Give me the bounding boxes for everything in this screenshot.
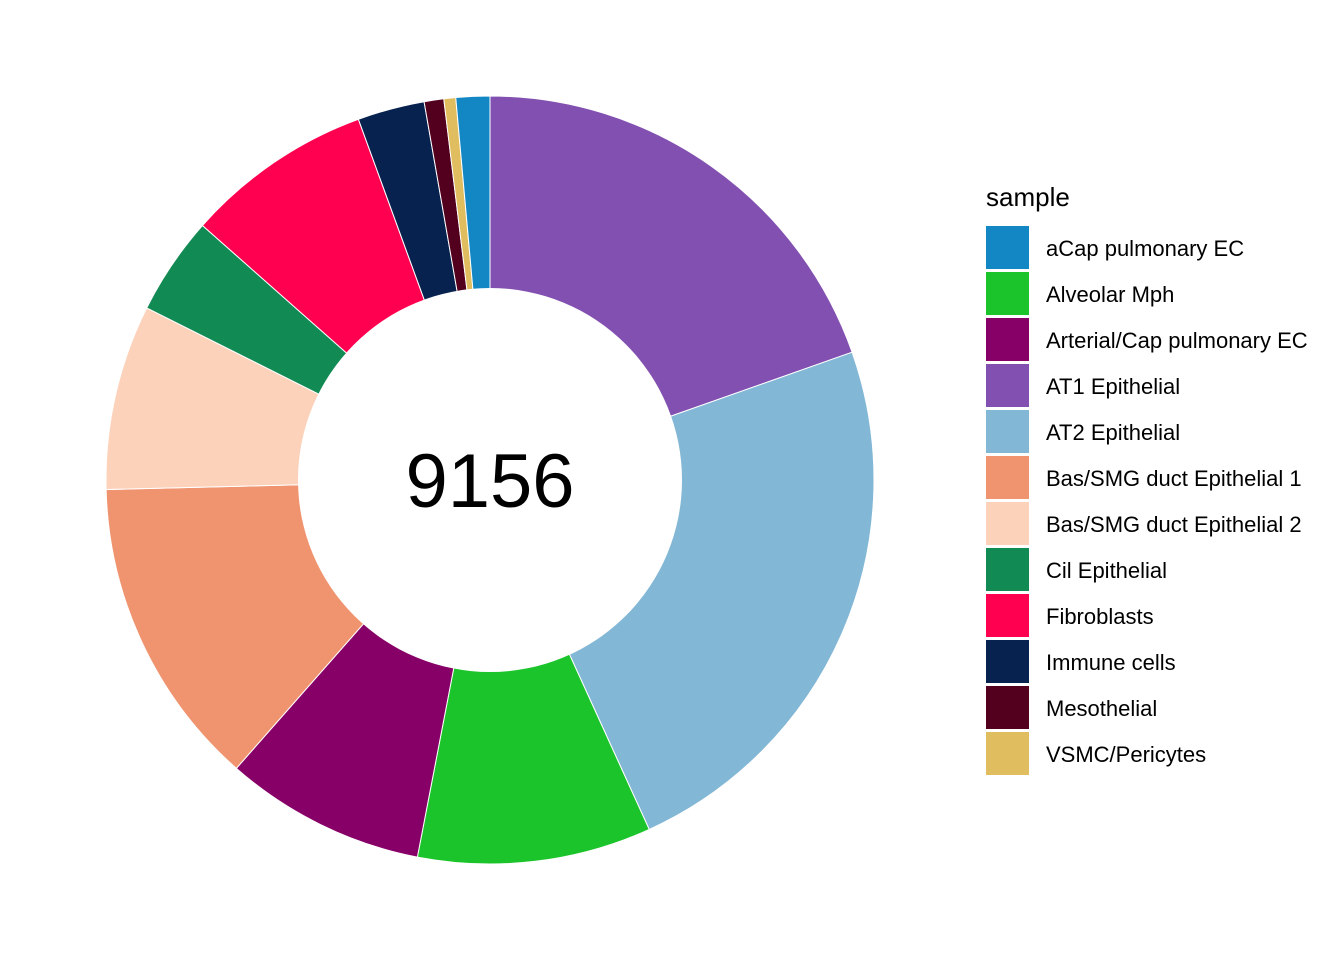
legend-item-arterial-cap-pulmonary-ec: Arterial/Cap pulmonary EC	[986, 318, 1308, 361]
legend-label: aCap pulmonary EC	[1046, 236, 1244, 261]
donut-chart: 9156 sample aCap pulmonary EC Alveolar Mp…	[0, 0, 1344, 960]
legend-swatch	[986, 548, 1029, 591]
legend-item-immune-cells: Immune cells	[986, 640, 1176, 683]
legend-swatch	[986, 640, 1029, 683]
legend-item-acap-pulmonary-ec: aCap pulmonary EC	[986, 226, 1244, 269]
legend-item-vsmc-pericytes: VSMC/Pericytes	[986, 732, 1206, 775]
legend-item-bas-smg-duct-epithelial-1: Bas/SMG duct Epithelial 1	[986, 456, 1302, 499]
legend-label: Bas/SMG duct Epithelial 1	[1046, 466, 1302, 491]
legend-swatch	[986, 456, 1029, 499]
legend-swatch	[986, 272, 1029, 315]
legend-label: Cil Epithelial	[1046, 558, 1167, 583]
legend-label: Fibroblasts	[1046, 604, 1154, 629]
legend-swatch	[986, 502, 1029, 545]
legend-swatch	[986, 410, 1029, 453]
legend-item-cil-epithelial: Cil Epithelial	[986, 548, 1167, 591]
chart-canvas: 9156 sample aCap pulmonary EC Alveolar Mp…	[105, 95, 1308, 865]
legend-swatch	[986, 226, 1029, 269]
legend-item-at2-epithelial: AT2 Epithelial	[986, 410, 1180, 453]
legend-label: AT1 Epithelial	[1046, 374, 1180, 399]
legend: sample aCap pulmonary EC Alveolar Mph Arte…	[986, 182, 1308, 775]
legend-title: sample	[986, 182, 1070, 212]
legend-swatch	[986, 318, 1029, 361]
legend-swatch	[986, 594, 1029, 637]
legend-swatch	[986, 732, 1029, 775]
legend-swatch	[986, 364, 1029, 407]
legend-label: AT2 Epithelial	[1046, 420, 1180, 445]
legend-label: Alveolar Mph	[1046, 282, 1174, 307]
legend-label: Mesothelial	[1046, 696, 1157, 721]
legend-item-alveolar-mph: Alveolar Mph	[986, 272, 1174, 315]
legend-swatch	[986, 686, 1029, 729]
legend-label: VSMC/Pericytes	[1046, 742, 1206, 767]
center-total-label: 9156	[405, 439, 574, 524]
legend-item-at1-epithelial: AT1 Epithelial	[986, 364, 1180, 407]
legend-items: aCap pulmonary EC Alveolar Mph Arterial/Ca…	[986, 226, 1308, 775]
legend-item-fibroblasts: Fibroblasts	[986, 594, 1154, 637]
legend-item-mesothelial: Mesothelial	[986, 686, 1157, 729]
legend-label: Bas/SMG duct Epithelial 2	[1046, 512, 1302, 537]
legend-label: Immune cells	[1046, 650, 1176, 675]
legend-item-bas-smg-duct-epithelial-2: Bas/SMG duct Epithelial 2	[986, 502, 1302, 545]
legend-label: Arterial/Cap pulmonary EC	[1046, 328, 1308, 353]
